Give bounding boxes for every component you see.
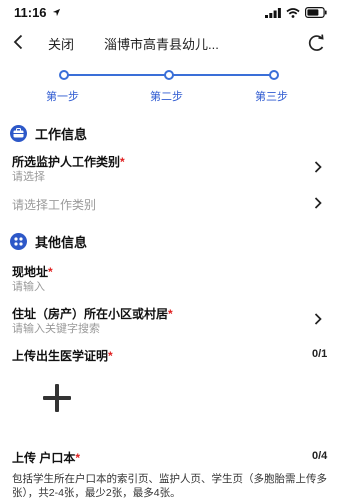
work-info-header: 工作信息 xyxy=(10,123,87,143)
guardian-work-type-placeholder: 请选择 xyxy=(12,171,45,183)
battery-icon xyxy=(305,7,327,18)
required-mark: * xyxy=(48,265,53,279)
current-address-label-text: 现地址 xyxy=(12,265,49,279)
briefcase-icon xyxy=(10,124,27,142)
step-dot-2 xyxy=(164,70,174,80)
residence-search-input[interactable]: 请输入关键字搜索 xyxy=(12,320,100,336)
residence-label-text: 住址（房产）所在小区或村居 xyxy=(12,307,169,321)
status-time: 11:16 xyxy=(14,5,61,20)
status-icons xyxy=(265,7,327,18)
back-chevron-icon xyxy=(13,34,23,50)
required-mark: * xyxy=(75,451,81,465)
status-time-text: 11:16 xyxy=(14,5,47,20)
chevron-right-icon[interactable] xyxy=(312,160,324,174)
step-dot-1 xyxy=(59,70,69,80)
location-arrow-icon xyxy=(53,8,61,17)
wifi-icon xyxy=(286,7,300,18)
step-label-1: 第一步 xyxy=(46,91,79,103)
info-icon xyxy=(10,232,27,250)
refresh-icon xyxy=(308,34,324,51)
chevron-right-icon[interactable] xyxy=(312,312,324,326)
upload-birth-cert-button[interactable] xyxy=(40,381,74,415)
required-mark: * xyxy=(168,307,173,321)
back-button[interactable] xyxy=(8,31,28,53)
birth-cert-label-text: 上传出生医学证明 xyxy=(12,349,109,363)
nav-bar: 关闭 淄博市高青县幼儿... xyxy=(0,28,339,56)
hukou-count: 0/4 xyxy=(312,450,328,462)
hukou-upload-note: 包括学生所在户口本的索引页、监护人页、学生页（多胞胎需上传多张），共2-4张，最… xyxy=(12,473,327,499)
status-bar: 11:16 xyxy=(0,0,339,24)
progress-stepper: 第一步 第二步 第三步 xyxy=(0,62,339,106)
required-mark: * xyxy=(120,155,125,169)
close-button[interactable]: 关闭 xyxy=(48,34,74,53)
work-info-title: 工作信息 xyxy=(35,126,88,142)
step-dot-3 xyxy=(269,70,279,80)
hukou-label-text: 上传 户口本 xyxy=(12,451,76,465)
guardian-work-type-label-text: 所选监护人工作类别 xyxy=(12,155,121,169)
signal-icon xyxy=(265,7,281,18)
current-address-input[interactable]: 请输入 xyxy=(12,278,45,294)
birth-cert-label: 上传出生医学证明* xyxy=(12,347,113,364)
work-category-placeholder: 请选择工作类别 xyxy=(12,198,97,212)
hukou-label: 上传 户口本* xyxy=(12,449,80,466)
other-info-header: 其他信息 xyxy=(10,231,87,251)
birth-cert-count: 0/1 xyxy=(312,348,328,360)
step-label-2: 第二步 xyxy=(150,91,183,103)
required-mark: * xyxy=(108,349,113,363)
chevron-right-icon[interactable] xyxy=(312,196,324,210)
plus-icon xyxy=(43,384,71,412)
step-label-3: 第三步 xyxy=(255,91,288,103)
page-title: 淄博市高青县幼儿... xyxy=(104,37,219,52)
other-info-title: 其他信息 xyxy=(35,234,88,250)
refresh-button[interactable] xyxy=(305,32,327,54)
